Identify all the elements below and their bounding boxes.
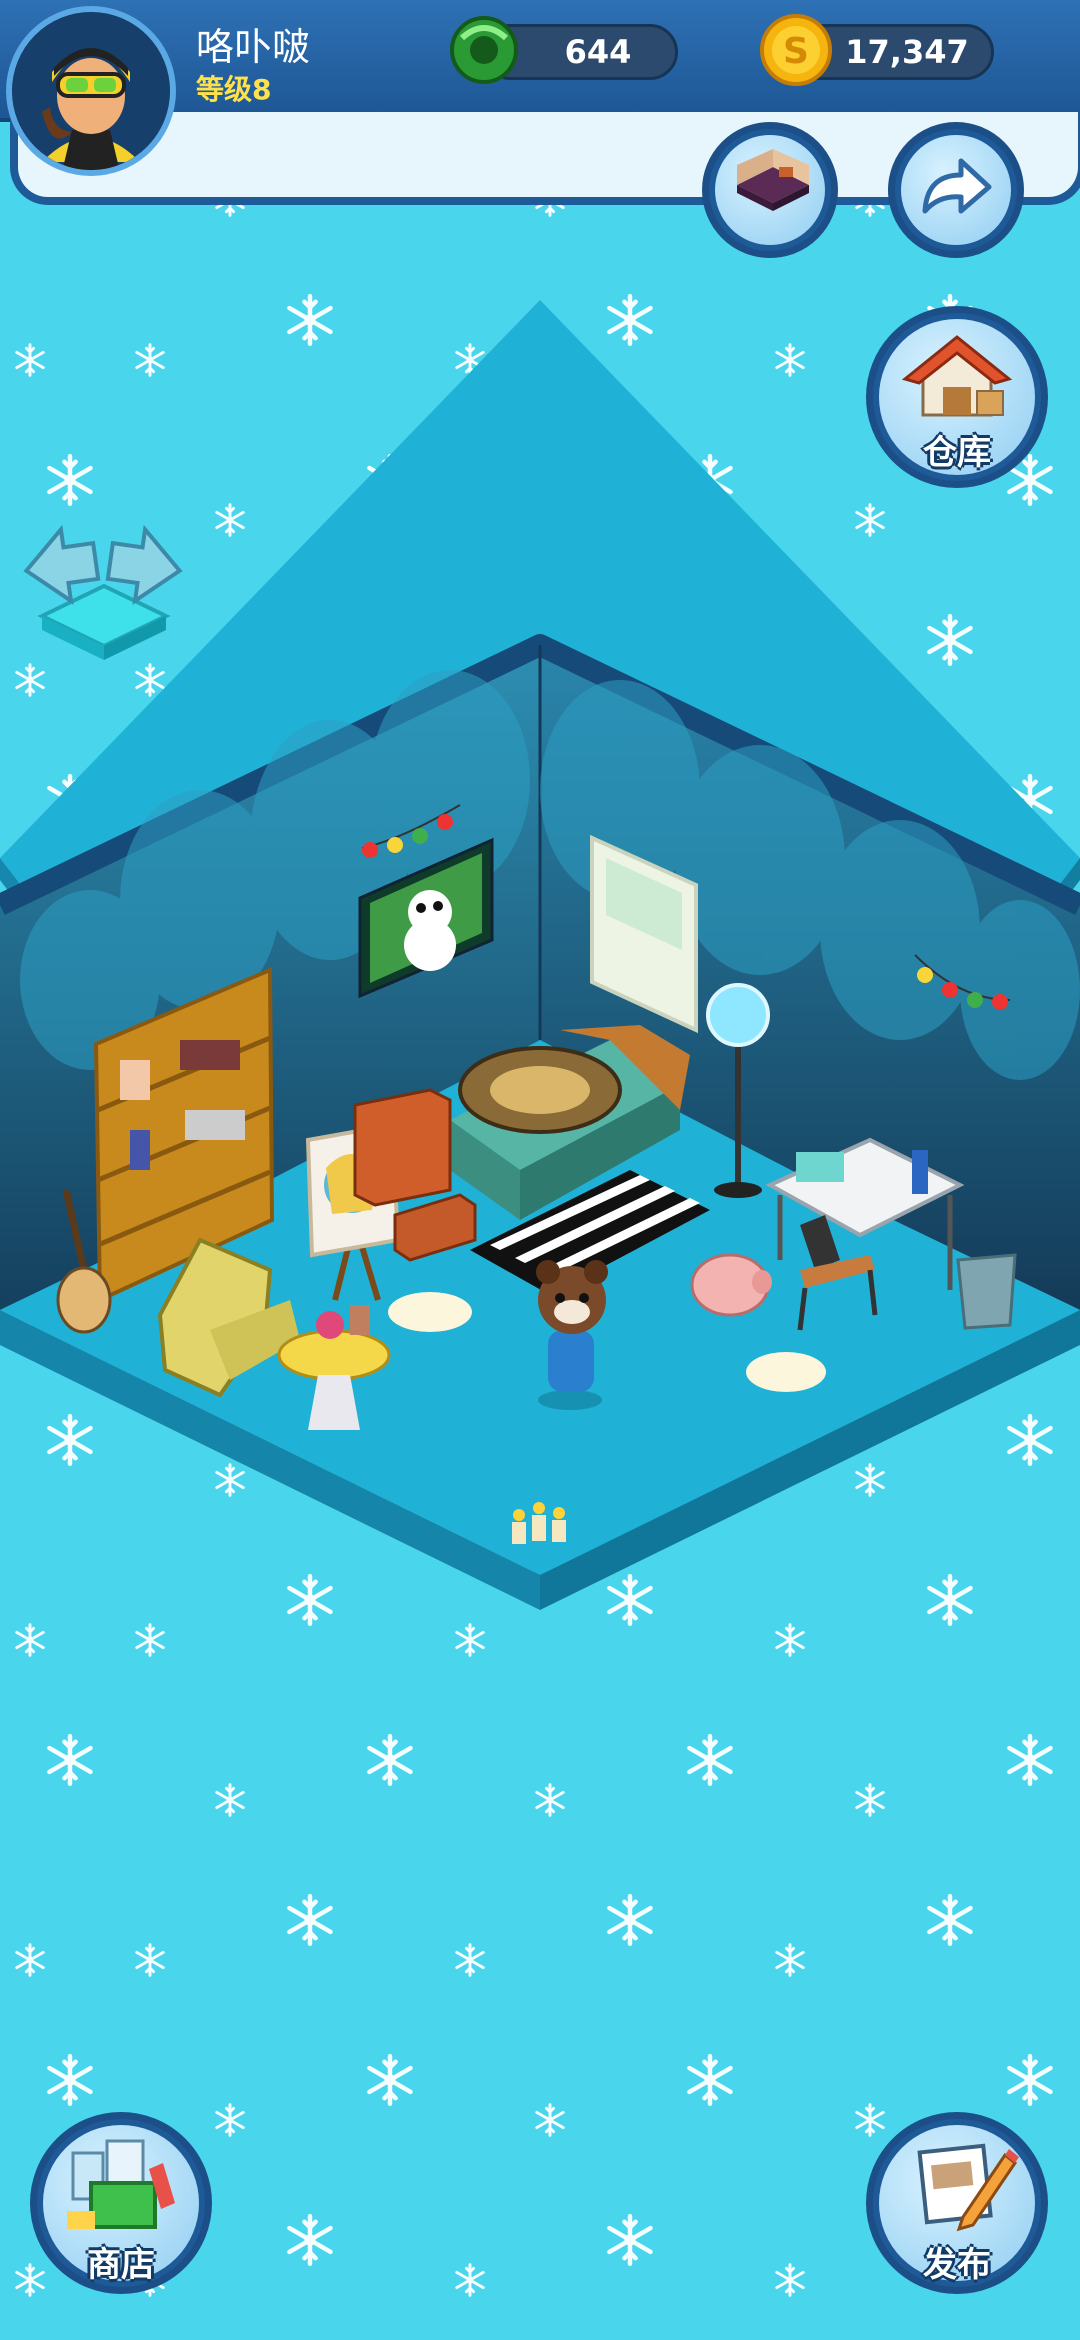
avatar-portrait-icon <box>12 12 170 170</box>
shop-label: 商店 <box>87 2245 155 2285</box>
gem-count: 644 <box>564 33 632 71</box>
publish-label: 发布 <box>923 2245 991 2285</box>
back-button[interactable] <box>888 122 1024 258</box>
shop-icon <box>67 2139 175 2229</box>
publish-pencil-icon <box>917 2143 1019 2232</box>
gold-coin-icon: S <box>760 14 832 86</box>
publish-button[interactable]: 发布 <box>866 2112 1048 2294</box>
shop-button[interactable]: 商店 <box>30 2112 212 2294</box>
floor-cushion[interactable] <box>388 1292 472 1332</box>
green-gem-icon <box>450 16 518 84</box>
player-level: 等级8 <box>196 73 272 106</box>
warehouse-label: 仓库 <box>923 433 991 473</box>
trash-can[interactable] <box>956 1253 1017 1330</box>
coin-count: 17,347 <box>845 33 969 71</box>
room-layout-button[interactable] <box>702 122 838 258</box>
floor-cushion[interactable] <box>746 1352 826 1392</box>
svg-text:S: S <box>783 31 809 72</box>
avatar[interactable] <box>6 6 176 176</box>
player-name: 咯卟啵 <box>196 25 311 69</box>
warehouse-button[interactable]: 仓库 <box>866 306 1048 488</box>
top-hud: 咯卟啵 等级8 644 17,347 S <box>0 0 1080 258</box>
room-layout-icon <box>737 149 809 211</box>
house-icon <box>901 335 1013 417</box>
back-arrow-icon <box>922 158 992 214</box>
